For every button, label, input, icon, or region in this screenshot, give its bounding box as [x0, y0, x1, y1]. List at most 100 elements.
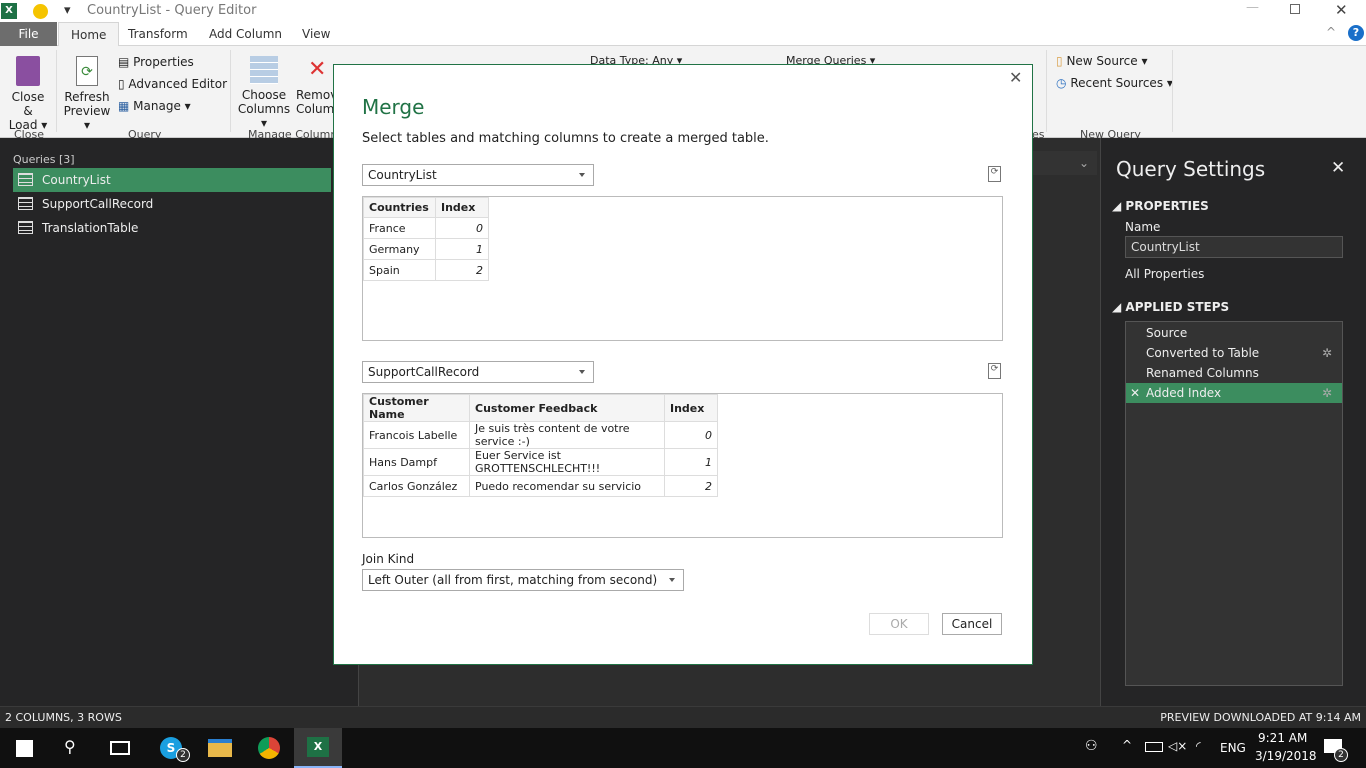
tab-view[interactable]: View — [290, 22, 342, 46]
volume-muted-icon[interactable]: ◁× — [1168, 739, 1187, 753]
properties-button[interactable]: ▤ Properties — [118, 55, 194, 69]
ok-button[interactable]: OK — [869, 613, 929, 635]
remove-columns-button[interactable]: ✕ Remov Column — [296, 56, 336, 116]
table-row: France 0 — [363, 217, 489, 239]
clock-time[interactable]: 9:21 AM — [1258, 731, 1307, 745]
merge-dialog: ✕ Merge Select tables and matching colum… — [333, 64, 1033, 665]
step-added-index[interactable]: ✕ Added Index ✲ — [1126, 383, 1342, 403]
people-icon[interactable]: ⚇ — [1085, 738, 1098, 754]
join-kind-select[interactable]: Left Outer (all from first, matching fro… — [362, 569, 684, 591]
windows-start-icon[interactable] — [16, 740, 33, 757]
notifications-badge: 2 — [1334, 748, 1348, 762]
refresh-label2: Preview ▾ — [63, 104, 111, 132]
formula-bar-expand[interactable]: ⌄ — [1033, 151, 1097, 175]
battery-icon[interactable] — [1145, 742, 1163, 752]
close-load-icon — [16, 56, 40, 86]
language-indicator[interactable]: ENG — [1220, 741, 1246, 755]
column-header[interactable]: Index — [664, 394, 718, 422]
new-source-button[interactable]: ▯ New Source ▾ — [1056, 54, 1147, 68]
applied-steps-section[interactable]: ◢ APPLIED STEPS — [1112, 300, 1229, 314]
clock-date[interactable]: 3/19/2018 — [1255, 749, 1317, 763]
manage-label: Manage ▾ — [133, 99, 191, 113]
column-header[interactable]: Index — [435, 197, 489, 218]
all-properties-link[interactable]: All Properties — [1125, 267, 1204, 281]
help-icon[interactable]: ? — [1348, 25, 1364, 41]
step-renamed-columns[interactable]: Renamed Columns — [1126, 363, 1342, 383]
cell: Spain — [363, 259, 436, 281]
cell: 2 — [664, 475, 718, 497]
step-label: Converted to Table — [1146, 346, 1260, 360]
tab-add-column[interactable]: Add Column — [197, 22, 294, 46]
collapse-ribbon-icon[interactable]: ^ — [1326, 25, 1336, 39]
tab-file[interactable]: File — [0, 22, 57, 46]
applied-steps-heading: APPLIED STEPS — [1125, 300, 1230, 314]
query-settings-title: Query Settings — [1116, 157, 1266, 181]
show-hidden-icons[interactable]: ^ — [1122, 738, 1132, 752]
cell: Euer Service ist GROTTENSCHLECHT!!! — [469, 448, 665, 476]
cell: 0 — [435, 217, 489, 239]
table-row: Carlos González Puedo recomendar su servi… — [363, 475, 718, 497]
query-item-countrylist[interactable]: CountryList — [13, 168, 331, 192]
choose-label: Choose — [241, 88, 287, 102]
properties-label: Properties — [133, 55, 194, 69]
step-label: Renamed Columns — [1146, 366, 1259, 380]
status-bar: 2 COLUMNS, 3 ROWS PREVIEW DOWNLOADED AT … — [0, 706, 1366, 728]
cell: Germany — [363, 238, 436, 260]
table-row: Francois Labelle Je suis très content de … — [363, 421, 718, 449]
first-table-select[interactable]: CountryList — [362, 164, 594, 186]
cancel-button[interactable]: Cancel — [942, 613, 1002, 635]
column-header[interactable]: Countries — [363, 197, 436, 218]
properties-section[interactable]: ◢ PROPERTIES — [1112, 199, 1209, 213]
query-item-translationtable[interactable]: TranslationTable — [13, 216, 331, 240]
close-load-label: Close & — [11, 90, 45, 118]
second-table-select[interactable]: SupportCallRecord — [362, 361, 594, 383]
excel-taskbar-icon[interactable]: X — [294, 728, 342, 768]
task-view-icon[interactable] — [110, 741, 130, 755]
name-input[interactable]: CountryList — [1125, 236, 1343, 258]
gear-icon[interactable]: ✲ — [1322, 343, 1332, 363]
manage-button[interactable]: ▦ Manage ▾ — [118, 99, 191, 113]
restore-button[interactable] — [1290, 4, 1300, 14]
step-source[interactable]: Source — [1126, 323, 1342, 343]
column-header[interactable]: Customer Feedback — [469, 394, 665, 422]
tab-home[interactable]: Home — [58, 22, 120, 47]
recent-sources-label: Recent Sources ▾ — [1070, 76, 1173, 90]
qat-dropdown-icon[interactable]: ▾ — [64, 3, 71, 18]
step-converted-to-table[interactable]: Converted to Table ✲ — [1126, 343, 1342, 363]
table-icon — [18, 173, 33, 186]
refresh-icon: ⟳ — [76, 56, 98, 86]
wifi-icon[interactable]: ◜ — [1196, 739, 1201, 753]
recent-sources-button[interactable]: ◷ Recent Sources ▾ — [1056, 76, 1173, 90]
query-item-supportcallrecord[interactable]: SupportCallRecord — [13, 192, 331, 216]
search-icon[interactable]: ⚲ — [64, 737, 76, 756]
advanced-editor-button[interactable]: ▯ Advanced Editor — [118, 77, 227, 91]
minimize-button[interactable]: — — [1246, 0, 1259, 15]
delete-step-icon[interactable]: ✕ — [1130, 383, 1140, 403]
smiley-icon[interactable] — [33, 4, 48, 19]
title-bar: X ▾ CountryList - Query Editor — ✕ — [0, 0, 1366, 22]
close-settings-button[interactable]: ✕ — [1331, 158, 1345, 178]
close-window-button[interactable]: ✕ — [1335, 1, 1348, 19]
properties-heading: PROPERTIES — [1125, 199, 1209, 213]
column-header[interactable]: Customer Name — [363, 394, 470, 422]
refresh-preview-icon[interactable]: ⟳ — [988, 363, 1001, 379]
choose-label2: Columns ▾ — [237, 102, 291, 130]
name-label: Name — [1125, 220, 1161, 234]
dialog-close-button[interactable]: ✕ — [1009, 68, 1022, 87]
step-label: Added Index — [1146, 386, 1222, 400]
close-load-button[interactable]: Close & Load ▾ — [6, 56, 50, 132]
refresh-preview-icon[interactable]: ⟳ — [988, 166, 1001, 182]
file-explorer-icon[interactable] — [208, 739, 232, 757]
join-kind-label: Join Kind — [362, 552, 415, 566]
tab-transform[interactable]: Transform — [116, 22, 200, 46]
refresh-preview-button[interactable]: ⟳ Refresh Preview ▾ — [62, 56, 112, 132]
queries-pane: Queries [3] CountryList SupportCallRecor… — [0, 138, 358, 706]
cell: Carlos González — [363, 475, 470, 497]
choose-columns-button[interactable]: Choose Columns ▾ — [236, 56, 292, 130]
new-source-label: New Source ▾ — [1066, 54, 1148, 68]
queries-header: Queries [3] — [13, 153, 75, 166]
gear-icon[interactable]: ✲ — [1322, 383, 1332, 403]
refresh-label: Refresh — [64, 90, 110, 104]
second-table-preview: Customer Name Customer Feedback Index Fran… — [362, 393, 1003, 538]
chrome-icon[interactable] — [258, 737, 280, 759]
